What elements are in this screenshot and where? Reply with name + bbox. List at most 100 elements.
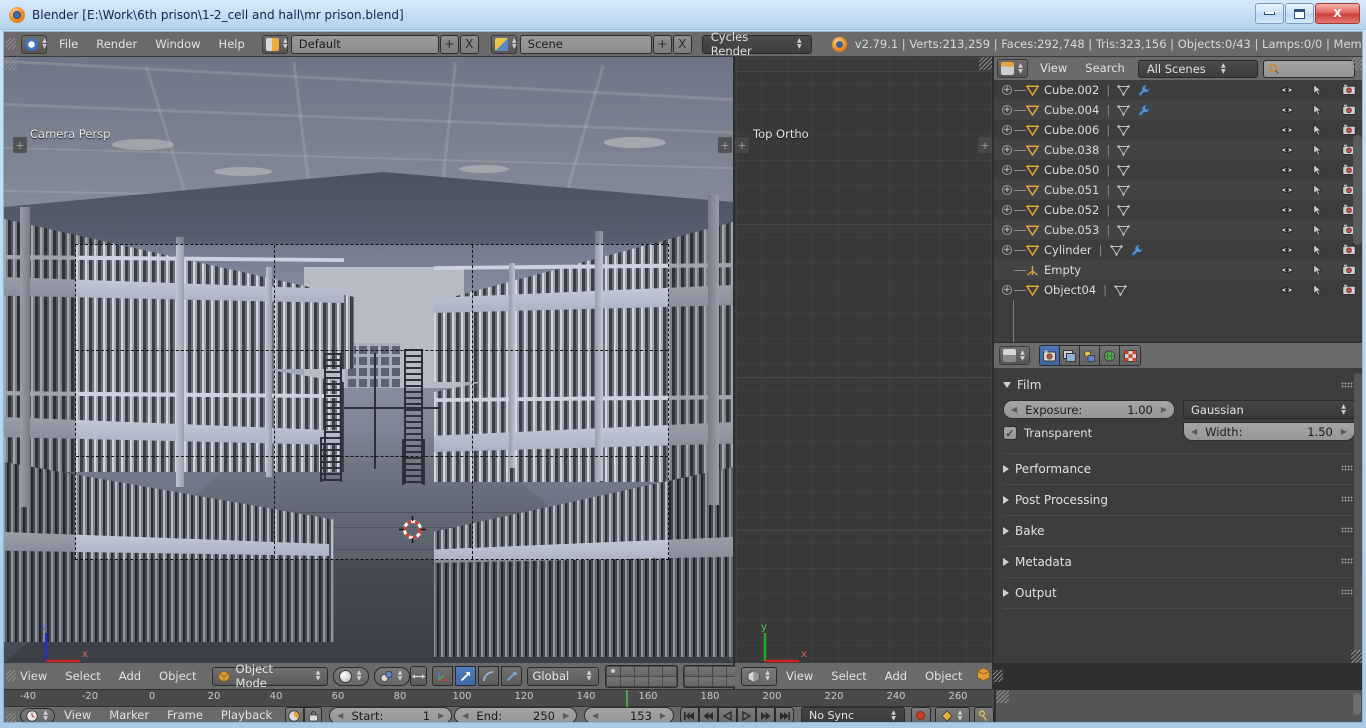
layer-cell[interactable] [648,666,662,676]
tab-texture[interactable] [1120,346,1140,365]
outliner-row[interactable]: + Cube.051 | [994,180,1362,200]
outliner-object-name[interactable]: Cube.053 [1044,223,1099,237]
timeline-editor[interactable]: -40 -20 0 20 40 60 80 100 120 140 160 180 200 220 240 2… [4,690,995,722]
layer-cell[interactable] [634,676,648,686]
viewport-grid[interactable] [735,57,992,663]
rotate-manipulator-button[interactable] [477,666,499,686]
outliner-row[interactable]: + Cylinder | [994,240,1362,260]
panel-header-post-processing[interactable]: Post Processing [1003,488,1355,512]
vp1-menu-view[interactable]: View [18,664,56,689]
visibility-eye-icon[interactable] [1280,144,1294,156]
renderability-camera-icon[interactable] [1342,84,1356,96]
screen-layout-name[interactable]: Default [290,34,439,54]
play-reverse-button[interactable] [718,707,738,722]
area-corner-handle-vp2h[interactable] [991,664,1005,689]
minimize-button[interactable] [1255,3,1284,24]
filter-type-selector[interactable]: Gaussian ▲ ▼ [1183,400,1355,419]
layer-cell[interactable] [662,676,676,686]
decrement-arrow-icon[interactable]: ◀ [337,711,343,720]
expand-toggle-icon[interactable]: + [1002,225,1012,235]
selectability-cursor-icon[interactable] [1311,244,1325,256]
expand-toggle-icon[interactable]: + [1002,125,1012,135]
filter-width-field[interactable]: ◀ Width: 1.50 ▶ [1183,422,1355,441]
visibility-eye-icon[interactable] [1280,104,1294,116]
layer-cell[interactable] [684,676,698,686]
exposure-field[interactable]: ◀ Exposure: 1.00 ▶ [1003,400,1175,419]
timeline-menu-frame[interactable]: Frame [158,707,212,722]
increment-arrow-icon[interactable]: ▶ [563,711,569,720]
area-corner-handle-tl[interactable] [4,707,18,722]
outliner-object-name[interactable]: Empty [1044,263,1081,277]
decrement-arrow-icon[interactable]: ◀ [592,711,598,720]
outliner-scrollbar[interactable] [1353,135,1362,245]
timeline-menu-view[interactable]: View [55,707,100,722]
layer-cell[interactable] [620,676,634,686]
outliner-row[interactable]: + Cube.053 | [994,220,1362,240]
expand-toggle-icon[interactable]: + [1002,205,1012,215]
render-engine-selector[interactable]: Cycles Render ▲ ▼ [701,32,812,58]
increment-arrow-icon[interactable]: ▶ [438,711,444,720]
selectability-cursor-icon[interactable] [1311,184,1325,196]
area-corner-handle[interactable] [4,32,18,57]
outliner-row[interactable]: + Object04 | [994,280,1362,300]
outliner-object-name[interactable]: Cube.002 [1044,83,1099,97]
outliner-row[interactable]: + Cube.006 | [994,120,1362,140]
scene-icon-selector[interactable]: ▲ ▼ [490,34,517,54]
tab-render[interactable] [1040,346,1060,365]
expand-toggle-icon[interactable]: + [1002,245,1012,255]
search-input[interactable] [1279,62,1350,75]
visibility-eye-icon[interactable] [1280,124,1294,136]
selectability-cursor-icon[interactable] [1311,224,1325,236]
increment-arrow-icon[interactable]: ▶ [1161,405,1167,414]
increment-arrow-icon[interactable]: ▶ [660,711,666,720]
timeline-ruler[interactable]: -40 -20 0 20 40 60 80 100 120 140 160 180 200 220 240 2… [4,690,994,707]
scene-layers-group-1[interactable] [604,664,678,688]
expand-toggle-icon[interactable]: + [1002,105,1012,115]
tab-world[interactable] [1100,346,1120,365]
outliner-row[interactable]: + Cube.052 | [994,200,1362,220]
expand-toggle-icon[interactable]: + [1002,85,1012,95]
outliner-object-name[interactable]: Cube.006 [1044,123,1099,137]
vp2-menu-object[interactable]: Object [916,664,971,689]
outliner-search-field[interactable] [1262,59,1355,78]
auto-keyframe-button[interactable] [285,706,304,722]
outliner-object-name[interactable]: Cylinder [1044,243,1092,257]
visibility-eye-icon[interactable] [1280,84,1294,96]
decrement-arrow-icon[interactable]: ◀ [462,711,468,720]
increment-arrow-icon[interactable]: ▶ [1341,427,1347,436]
layer-cell[interactable] [684,666,698,676]
vp2-menu-view[interactable]: View [777,664,822,689]
area-corner-handle-vp1-tl[interactable] [4,57,17,70]
properties-editor[interactable]: ▲ ▼ Film ◀ Exposure: 1.00 ▶ ✓ Transparen… [994,343,1362,663]
sync-mode-selector[interactable]: No Sync ▲ ▼ [801,707,906,722]
layer-cell[interactable] [698,666,712,676]
visibility-eye-icon[interactable] [1280,204,1294,216]
area-corner-handle-outliner-tr[interactable] [1351,57,1362,70]
visibility-eye-icon[interactable] [1280,184,1294,196]
viewport-canvas[interactable]: Camera Persp + + z x (153) [4,57,733,663]
area-corner-handle-br2[interactable] [996,690,1009,703]
vp2-interaction-mode-icon[interactable] [976,667,991,685]
maximize-button[interactable] [1285,3,1314,24]
expand-toggle-icon[interactable]: + [1002,145,1012,155]
panel-header-metadata[interactable]: Metadata [1003,550,1355,574]
expand-toggle-icon[interactable]: + [1002,185,1012,195]
visibility-eye-icon[interactable] [1280,164,1294,176]
outliner-row[interactable]: + Cube.004 | [994,100,1362,120]
renderability-camera-icon[interactable] [1342,104,1356,116]
layer-cell[interactable] [648,676,662,686]
vp1-menu-add[interactable]: Add [110,664,150,689]
vp2-menu-add[interactable]: Add [876,664,916,689]
delete-layout-button[interactable]: X [459,34,479,54]
pivot-center-points-toggle[interactable] [409,666,427,686]
vp1-menu-object[interactable]: Object [150,664,205,689]
outliner-menu-search[interactable]: Search [1076,57,1134,80]
outliner-row[interactable]: + Cube.038 | [994,140,1362,160]
visibility-eye-icon[interactable] [1280,264,1294,276]
renderability-camera-icon[interactable] [1342,124,1356,136]
editor-type-selector-outliner[interactable]: ▲ ▼ [997,59,1028,78]
vp1-menu-select[interactable]: Select [56,664,109,689]
pivot-point-selector[interactable]: ▲ ▼ [373,666,410,686]
layer-cell[interactable] [662,666,676,676]
outliner-display-mode[interactable]: All Scenes ▲ ▼ [1137,59,1258,78]
